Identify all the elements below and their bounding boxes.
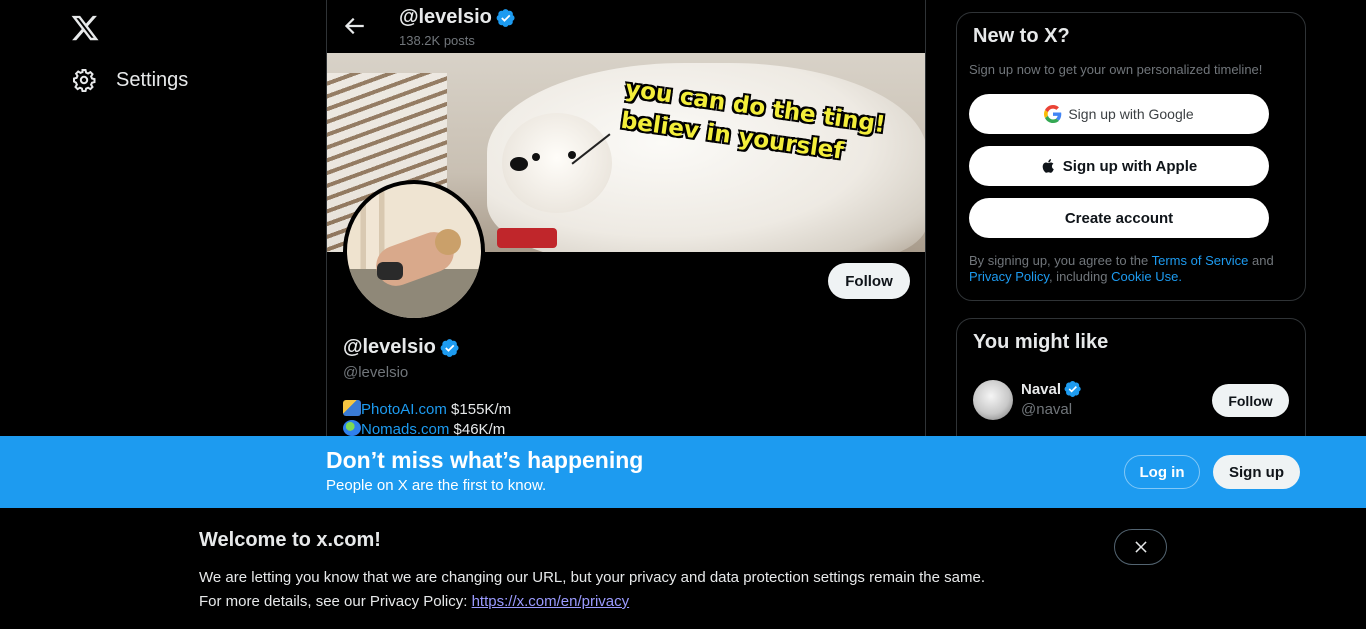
legal-prefix: By signing up, you agree to the [969, 253, 1152, 268]
welcome-text: We are letting you know that we are chan… [199, 566, 985, 614]
suggestion-handle: @naval [1021, 401, 1073, 418]
bio-line: PhotoAI.com $155K/m [343, 400, 511, 420]
globe-emoji-icon [343, 420, 361, 436]
welcome-title: Welcome to x.com! [199, 529, 381, 551]
privacy-url-link[interactable]: https://x.com/en/privacy [472, 593, 630, 610]
signup-card-subtitle: Sign up now to get your own personalized… [969, 62, 1263, 77]
login-prompt-bar: Don’t miss what’s happening People on X … [0, 436, 1366, 508]
apple-logo-icon [1042, 159, 1054, 173]
back-arrow-icon[interactable] [341, 13, 367, 39]
who-to-follow-title: You might like [973, 331, 1109, 353]
gear-icon [73, 69, 96, 92]
profile-display-name-text: @levelsio [343, 336, 436, 358]
topbar-name-text: @levelsio [399, 6, 492, 28]
nav-settings[interactable]: Settings [72, 68, 188, 92]
welcome-line2: For more details, see our Privacy Policy… [199, 590, 985, 614]
terms-of-service-link[interactable]: Terms of Service [1152, 253, 1249, 268]
cookie-use-link-period: . [1178, 269, 1182, 284]
camera-flash-emoji-icon [343, 400, 361, 416]
suggestion-avatar[interactable] [973, 380, 1013, 420]
create-account-button[interactable]: Create account [969, 198, 1269, 238]
login-prompt-subtitle: People on X are the first to know. [326, 477, 547, 494]
login-button[interactable]: Log in [1124, 455, 1200, 489]
profile-bio: PhotoAI.com $155K/m Nomads.com $46K/m [343, 400, 511, 440]
nav-settings-label: Settings [116, 68, 189, 91]
privacy-policy-link[interactable]: Privacy Policy [969, 269, 1049, 284]
welcome-line1: We are letting you know that we are chan… [199, 569, 985, 586]
suggestion-name[interactable]: Naval [1021, 380, 1082, 398]
google-logo-icon [1044, 105, 1062, 123]
signup-apple-label: Sign up with Apple [1062, 157, 1198, 175]
signup-legal-text: By signing up, you agree to the Terms of… [969, 253, 1289, 285]
post-count: 138.2K posts [399, 33, 475, 48]
signup-google-label: Sign up with Google [1068, 106, 1194, 122]
cookie-use-link[interactable]: Cookie Use [1111, 269, 1178, 284]
bio-revenue-photoai: $155K/m [446, 401, 512, 418]
x-logo-icon[interactable] [70, 13, 100, 43]
legal-including: , including [1048, 269, 1112, 284]
suggestion-follow-button[interactable]: Follow [1212, 384, 1289, 417]
verified-badge-icon [1064, 380, 1081, 398]
bio-link-photoai[interactable]: PhotoAI.com [361, 401, 447, 418]
signup-apple-button[interactable]: Sign up with Apple [969, 146, 1269, 186]
close-welcome-button[interactable] [1114, 529, 1167, 565]
signup-card: New to X? Sign up now to get your own pe… [956, 12, 1306, 301]
profile-topbar: @levelsio 138.2K posts [327, 0, 925, 53]
login-prompt-title: Don’t miss what’s happening [326, 447, 644, 473]
topbar-profile-name: @levelsio [399, 6, 516, 29]
welcome-notice: Welcome to x.com! We are letting you kno… [0, 508, 1366, 629]
welcome-line2-prefix: For more details, see our Privacy Policy… [199, 593, 472, 610]
profile-avatar[interactable] [343, 180, 485, 322]
verified-badge-icon [496, 8, 515, 27]
signup-card-title: New to X? [973, 25, 1070, 47]
profile-handle: @levelsio [343, 364, 409, 381]
close-icon [1134, 541, 1147, 553]
verified-badge-icon[interactable] [440, 338, 460, 358]
signup-google-button[interactable]: Sign up with Google [969, 94, 1269, 134]
profile-display-name: @levelsio [343, 336, 460, 359]
follow-button[interactable]: Follow [828, 263, 910, 299]
legal-and: and [1248, 253, 1274, 268]
signup-button[interactable]: Sign up [1213, 455, 1300, 489]
suggestion-name-text: Naval [1021, 380, 1062, 398]
